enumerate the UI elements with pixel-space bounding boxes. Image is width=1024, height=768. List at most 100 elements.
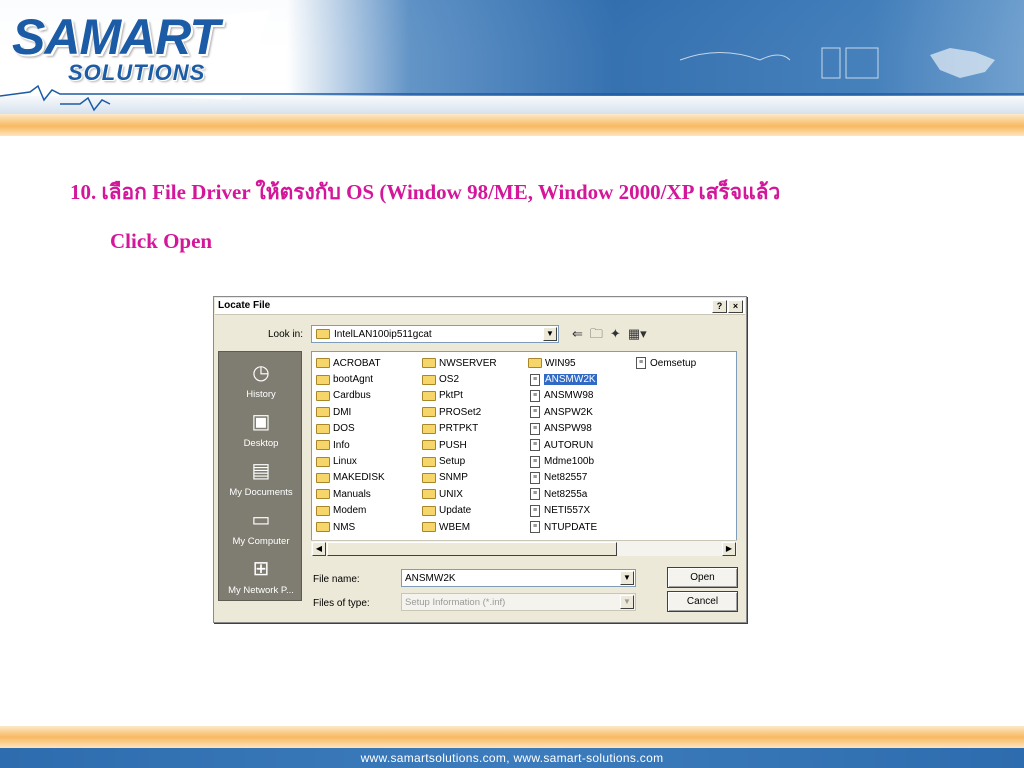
setup-file-icon: ≡ bbox=[530, 521, 540, 534]
places-item-desktop[interactable]: ▣ Desktop bbox=[219, 409, 303, 449]
folder-icon bbox=[528, 358, 542, 369]
file-item[interactable]: Update bbox=[422, 503, 497, 519]
places-item-my-computer[interactable]: ▭ My Computer bbox=[219, 507, 303, 547]
folder-icon bbox=[316, 329, 330, 339]
file-column: NWSERVER OS2 PktPt PROSet2 PRTPKT PUSH S… bbox=[422, 355, 497, 535]
chevron-down-icon[interactable]: ▼ bbox=[620, 595, 634, 609]
file-item[interactable]: SNMP bbox=[422, 470, 497, 486]
folder-icon bbox=[422, 440, 436, 451]
file-item-name: Linux bbox=[333, 456, 357, 468]
folder-icon bbox=[422, 489, 436, 500]
folder-icon bbox=[316, 489, 330, 500]
scroll-right-icon[interactable]: ▶ bbox=[722, 542, 736, 556]
folder-icon bbox=[422, 456, 436, 467]
footer-orange-stripe bbox=[0, 726, 1024, 748]
new-folder-icon[interactable]: ✦ bbox=[610, 326, 621, 342]
folder-icon bbox=[316, 374, 330, 385]
file-item[interactable]: Linux bbox=[316, 453, 385, 469]
file-item[interactable]: NWSERVER bbox=[422, 355, 497, 371]
open-button[interactable]: Open bbox=[667, 567, 738, 588]
file-item[interactable]: Setup bbox=[422, 453, 497, 469]
setup-file-icon: ≡ bbox=[530, 471, 540, 484]
view-menu-icon[interactable]: ▦▾ bbox=[628, 326, 647, 342]
file-item[interactable]: NMS bbox=[316, 519, 385, 535]
file-item[interactable]: Info bbox=[316, 437, 385, 453]
chevron-down-icon[interactable]: ▼ bbox=[543, 327, 557, 341]
file-name-input[interactable]: ANSMW2K ▼ bbox=[401, 569, 636, 587]
folder-icon bbox=[316, 456, 330, 467]
file-item[interactable]: Modem bbox=[316, 503, 385, 519]
file-item[interactable]: ≡ Mdme100b bbox=[528, 453, 597, 469]
footer-bar: www.samartsolutions.com, www.samart-solu… bbox=[0, 748, 1024, 768]
help-button[interactable]: ? bbox=[712, 300, 727, 313]
file-item[interactable]: ≡ ANSPW98 bbox=[528, 421, 597, 437]
file-list[interactable]: ACROBAT bootAgnt Cardbus DMI DOS Info Li… bbox=[311, 351, 737, 556]
folder-icon bbox=[316, 505, 330, 516]
file-item-name: Setup bbox=[439, 456, 466, 468]
file-item-name: WIN95 bbox=[545, 357, 576, 369]
folder-icon bbox=[422, 522, 436, 533]
file-item[interactable]: Manuals bbox=[316, 486, 385, 502]
file-item-name: Net82557 bbox=[544, 472, 588, 484]
file-item[interactable]: ≡ ANSPW2K bbox=[528, 404, 597, 420]
file-item[interactable]: ≡ NETI557X bbox=[528, 503, 597, 519]
places-item-history[interactable]: ◷ History bbox=[219, 360, 303, 400]
back-arrow-icon[interactable]: ⇐ bbox=[572, 326, 583, 342]
file-item-selected[interactable]: ≡ ANSMW2K bbox=[528, 371, 597, 387]
up-folder-icon[interactable]: 🗀 bbox=[590, 326, 603, 342]
folder-icon bbox=[422, 423, 436, 434]
file-item[interactable]: DOS bbox=[316, 421, 385, 437]
file-item[interactable]: DMI bbox=[316, 404, 385, 420]
file-item[interactable]: WIN95 bbox=[528, 355, 597, 371]
dialog-titlebar[interactable]: Locate File ? × bbox=[215, 298, 745, 315]
file-item-name: PRTPKT bbox=[439, 423, 479, 435]
my-network-icon: ⊞ bbox=[252, 558, 270, 580]
cancel-button[interactable]: Cancel bbox=[667, 591, 738, 612]
file-item-name: PROSet2 bbox=[439, 406, 482, 418]
chevron-down-icon[interactable]: ▼ bbox=[620, 571, 634, 585]
file-item-name: ANSPW98 bbox=[544, 423, 592, 435]
file-item[interactable]: ≡ Oemsetup bbox=[634, 355, 696, 371]
file-item[interactable]: ≡ NTUPDATE bbox=[528, 519, 597, 535]
setup-file-icon: ≡ bbox=[530, 488, 540, 501]
file-name-value: ANSMW2K bbox=[405, 573, 456, 584]
places-item-my-network[interactable]: ⊞ My Network P... bbox=[219, 556, 303, 596]
close-button[interactable]: × bbox=[728, 300, 743, 313]
my-documents-icon: ▤ bbox=[251, 460, 271, 482]
file-item[interactable]: WBEM bbox=[422, 519, 497, 535]
horizontal-scrollbar[interactable]: ◀ ▶ bbox=[311, 540, 737, 556]
scrollbar-thumb[interactable] bbox=[327, 542, 617, 556]
file-type-dropdown[interactable]: Setup Information (*.inf) ▼ bbox=[401, 593, 636, 611]
file-item[interactable]: PRTPKT bbox=[422, 421, 497, 437]
setup-file-icon: ≡ bbox=[530, 455, 540, 468]
file-item[interactable]: Cardbus bbox=[316, 388, 385, 404]
setup-file-icon: ≡ bbox=[530, 422, 540, 435]
file-item[interactable]: bootAgnt bbox=[316, 371, 385, 387]
file-item[interactable]: MAKEDISK bbox=[316, 470, 385, 486]
look-in-dropdown[interactable]: IntelLAN100ip511gcat ▼ bbox=[311, 325, 559, 343]
file-item[interactable]: ≡ Net82557 bbox=[528, 470, 597, 486]
file-item[interactable]: PROSet2 bbox=[422, 404, 497, 420]
setup-file-icon: ≡ bbox=[530, 504, 540, 517]
file-column: WIN95 ≡ ANSMW2K ≡ ANSMW98 ≡ ANSPW2K ≡ ANSPW9… bbox=[528, 355, 597, 535]
file-item[interactable]: ≡ ANSMW98 bbox=[528, 388, 597, 404]
places-item-my-documents[interactable]: ▤ My Documents bbox=[219, 458, 303, 498]
header-orange-stripe bbox=[0, 114, 1024, 136]
file-item-name: DMI bbox=[333, 406, 352, 418]
file-item[interactable]: PUSH bbox=[422, 437, 497, 453]
file-item[interactable]: ≡ Net8255a bbox=[528, 486, 597, 502]
header-banner: SAMART SOLUTIONS bbox=[0, 0, 1024, 118]
file-item[interactable]: PktPt bbox=[422, 388, 497, 404]
desktop-icon: ▣ bbox=[251, 411, 271, 433]
places-label: My Computer bbox=[232, 536, 290, 547]
file-item[interactable]: ≡ AUTORUN bbox=[528, 437, 597, 453]
file-item[interactable]: ACROBAT bbox=[316, 355, 385, 371]
file-item[interactable]: OS2 bbox=[422, 371, 497, 387]
file-item[interactable]: UNIX bbox=[422, 486, 497, 502]
samart-logo: SAMART bbox=[12, 9, 220, 65]
scroll-left-icon[interactable]: ◀ bbox=[312, 542, 326, 556]
file-item-name: NTUPDATE bbox=[544, 521, 598, 533]
folder-icon bbox=[422, 358, 436, 369]
file-column: ≡ Oemsetup bbox=[634, 355, 696, 371]
file-item-name: ACROBAT bbox=[333, 357, 381, 369]
